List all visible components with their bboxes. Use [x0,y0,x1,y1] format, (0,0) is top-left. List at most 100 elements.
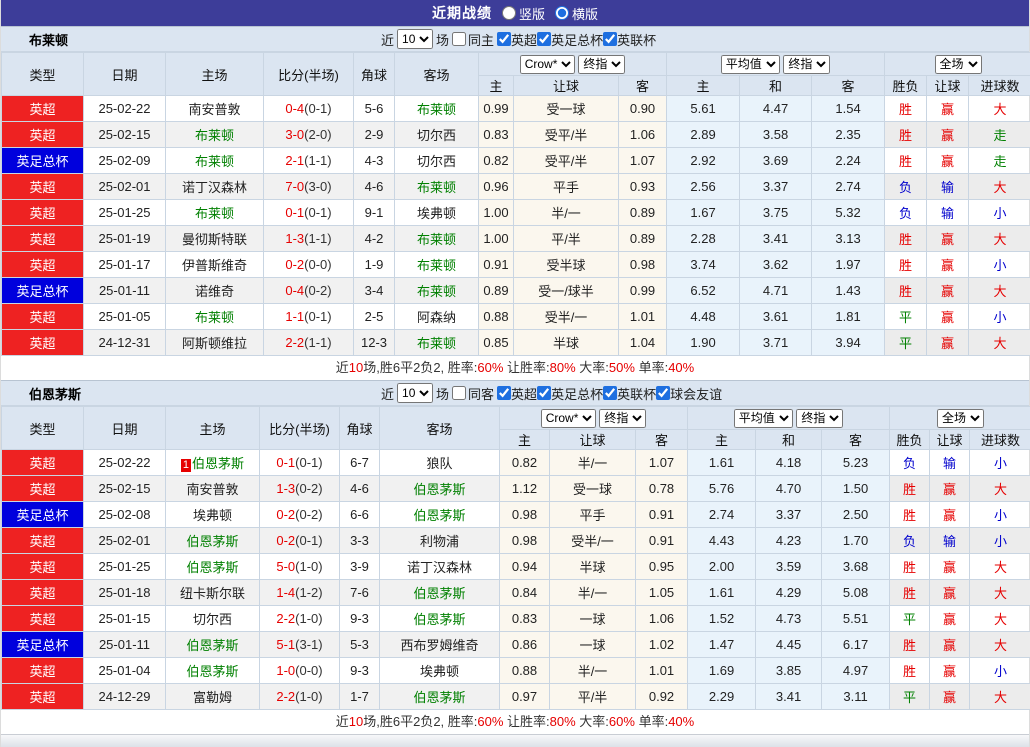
same-venue-filter[interactable]: 同客 [452,384,494,403]
layout-vertical-option[interactable]: 竖版 [502,4,545,23]
home-team: 伊普斯维奇 [182,258,247,273]
summary-part: 60% [477,360,503,375]
col-handicap-line: 让球 [550,430,636,450]
league-badge: 英超 [2,174,84,200]
league-checkbox[interactable] [656,386,670,400]
league-filter-item[interactable]: 英联杯 [603,30,656,49]
score-cell: 0-4(0-2) [264,278,354,304]
full-score: 2-1 [285,153,304,168]
handicap-away-odds: 1.01 [636,658,688,684]
result-goals: 大 [970,632,1030,658]
handicap-home-odds: 0.99 [479,96,514,122]
horizontal-radio[interactable] [555,6,569,20]
corner-cell: 3-3 [340,528,380,554]
away-team: 西布罗姆维奇 [400,638,478,653]
result-goals: 走 [969,148,1030,174]
same-venue-checkbox[interactable] [452,32,466,46]
home-team-cell: 伯恩茅斯 [166,528,260,554]
summary-part: 场,胜6平2负2, 胜率: [363,360,477,375]
league-filter-item[interactable]: 英超 [497,384,537,403]
league-badge: 英超 [2,330,84,356]
match-date: 24-12-31 [84,330,166,356]
half-score: (0-1) [304,101,331,116]
league-filter-item[interactable]: 英足总杯 [537,30,603,49]
period-select[interactable]: 全场 [937,409,984,428]
avg-home-odds: 4.48 [667,304,740,330]
home-team: 诺维奇 [195,284,234,299]
score-cell: 0-1(0-1) [264,200,354,226]
recent-count-select[interactable]: 10 [397,29,433,49]
handicap-away-odds: 0.93 [619,174,667,200]
league-filter-item[interactable]: 英联杯 [603,384,656,403]
league-badge: 英超 [2,684,84,710]
half-score: (0-1) [304,205,331,220]
col-avg-home: 主 [667,76,740,96]
corner-cell: 4-3 [354,148,395,174]
league-checkbox[interactable] [497,32,511,46]
league-filter-item[interactable]: 英足总杯 [537,384,603,403]
away-team: 布莱顿 [417,102,456,117]
result-goals: 小 [970,450,1030,476]
same-venue-checkbox[interactable] [452,386,466,400]
europe-time-select[interactable]: 终指 [796,409,843,428]
league-filters: 英超英足总杯英联杯球会友谊 [497,384,722,403]
page-title: 近期战绩 [432,3,492,23]
half-score: (1-2) [295,585,322,600]
avg-home-odds: 2.74 [688,502,756,528]
col-avg-draw: 和 [740,76,812,96]
result-goals: 小 [970,502,1030,528]
handicap-line: 受半球 [514,252,619,278]
odds-time-select[interactable]: 终指 [578,55,625,74]
europe-type-select[interactable]: 平均值 [734,409,793,428]
league-checkbox[interactable] [537,32,551,46]
home-team-cell: 南安普敦 [166,476,260,502]
europe-time-select[interactable]: 终指 [783,55,830,74]
same-venue-filter[interactable]: 同主 [452,30,494,49]
league-checkbox[interactable] [537,386,551,400]
odds-source-select[interactable]: Crow* [520,55,575,74]
full-score: 1-1 [285,309,304,324]
layout-horizontal-option[interactable]: 横版 [555,4,598,23]
result-goals: 大 [970,476,1030,502]
avg-away-odds: 2.74 [812,174,885,200]
corner-cell: 2-5 [354,304,395,330]
handicap-away-odds: 0.99 [619,278,667,304]
recent-count-select[interactable]: 10 [397,383,433,403]
avg-draw-odds: 4.18 [756,450,822,476]
games-label: 场 [436,30,449,49]
avg-draw-odds: 3.59 [756,554,822,580]
odds-source-select[interactable]: Crow* [541,409,596,428]
handicap-line: 半/一 [550,580,636,606]
match-row: 英超24-12-29富勒姆2-2(1-0)1-7伯恩茅斯0.97平/半0.922… [2,684,1030,710]
col-result-wdl: 胜负 [890,430,930,450]
home-team: 布莱顿 [195,310,234,325]
league-checkbox[interactable] [603,386,617,400]
league-badge: 英超 [2,200,84,226]
away-team-cell: 布莱顿 [395,96,479,122]
period-select[interactable]: 全场 [935,55,982,74]
handicap-line: 受半/一 [550,528,636,554]
avg-draw-odds: 3.37 [740,174,812,200]
avg-away-odds: 3.13 [812,226,885,252]
result-handicap: 赢 [927,226,969,252]
handicap-line: 一球 [550,632,636,658]
avg-draw-odds: 4.29 [756,580,822,606]
league-checkbox[interactable] [603,32,617,46]
vertical-radio[interactable] [502,6,516,20]
avg-home-odds: 1.90 [667,330,740,356]
odds-time-select[interactable]: 终指 [599,409,646,428]
league-checkbox[interactable] [497,386,511,400]
home-team: 伯恩茅斯 [186,534,238,549]
league-filter-item[interactable]: 英超 [497,30,537,49]
handicap-home-odds: 0.83 [500,606,550,632]
europe-type-select[interactable]: 平均值 [721,55,780,74]
section-header: 伯恩茅斯 近 10 场 同客 英超英足总杯英联杯球会友谊 [1,380,1029,406]
league-filter-item[interactable]: 球会友谊 [656,384,722,403]
avg-away-odds: 1.81 [812,304,885,330]
avg-draw-odds: 4.45 [756,632,822,658]
home-team-cell: 1伯恩茅斯 [166,450,260,476]
home-team-cell: 阿斯顿维拉 [166,330,264,356]
near-label: 近 [381,30,394,49]
summary-part: 近 [336,360,349,375]
handicap-home-odds: 1.00 [479,226,514,252]
